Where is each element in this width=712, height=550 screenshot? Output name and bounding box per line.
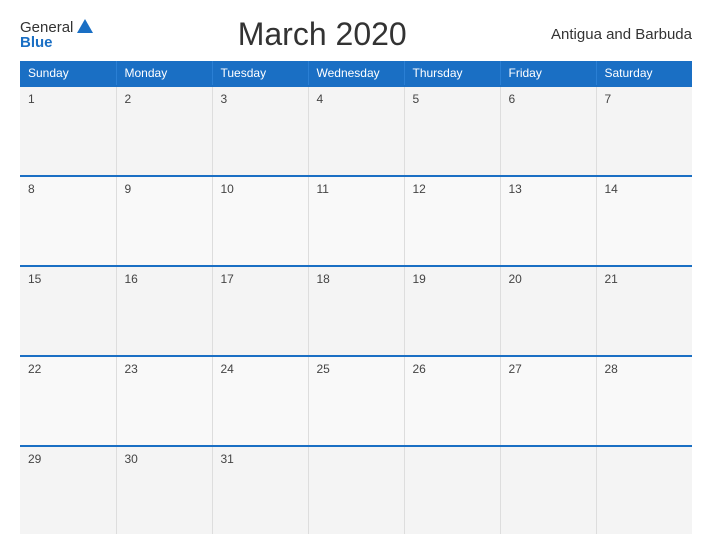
calendar-cell: 23 [116, 356, 212, 446]
calendar-week-1: 1234567 [20, 86, 692, 176]
calendar-cell: 22 [20, 356, 116, 446]
calendar-cell: 21 [596, 266, 692, 356]
calendar-cell: 3 [212, 86, 308, 176]
calendar-cell: 18 [308, 266, 404, 356]
logo: General Blue [20, 19, 93, 50]
logo-triangle-icon [77, 19, 93, 33]
calendar-cell [308, 446, 404, 534]
day-header-monday: Monday [116, 61, 212, 86]
calendar-cell: 6 [500, 86, 596, 176]
calendar-cell: 17 [212, 266, 308, 356]
calendar-cell: 10 [212, 176, 308, 266]
calendar-cell: 27 [500, 356, 596, 446]
calendar-cell: 14 [596, 176, 692, 266]
calendar-cell: 5 [404, 86, 500, 176]
calendar-week-3: 15161718192021 [20, 266, 692, 356]
calendar-cell: 28 [596, 356, 692, 446]
day-header-thursday: Thursday [404, 61, 500, 86]
calendar-header-row: SundayMondayTuesdayWednesdayThursdayFrid… [20, 61, 692, 86]
calendar-cell [404, 446, 500, 534]
calendar-cell: 1 [20, 86, 116, 176]
calendar-cell: 30 [116, 446, 212, 534]
calendar-cell: 25 [308, 356, 404, 446]
calendar-title: March 2020 [238, 16, 407, 53]
calendar-header: General Blue March 2020 Antigua and Barb… [20, 16, 692, 53]
day-header-sunday: Sunday [20, 61, 116, 86]
calendar-cell: 26 [404, 356, 500, 446]
calendar-cell: 29 [20, 446, 116, 534]
calendar-cell: 12 [404, 176, 500, 266]
calendar-cell: 13 [500, 176, 596, 266]
calendar-cell: 8 [20, 176, 116, 266]
calendar-cell: 24 [212, 356, 308, 446]
calendar-cell: 9 [116, 176, 212, 266]
calendar-cell: 4 [308, 86, 404, 176]
calendar-table: SundayMondayTuesdayWednesdayThursdayFrid… [20, 61, 692, 534]
calendar-cell: 7 [596, 86, 692, 176]
day-header-tuesday: Tuesday [212, 61, 308, 86]
calendar-week-4: 22232425262728 [20, 356, 692, 446]
calendar-cell: 16 [116, 266, 212, 356]
calendar-cell [500, 446, 596, 534]
calendar-cell: 31 [212, 446, 308, 534]
day-header-saturday: Saturday [596, 61, 692, 86]
country-label: Antigua and Barbuda [551, 26, 692, 43]
calendar-cell: 2 [116, 86, 212, 176]
calendar-week-2: 891011121314 [20, 176, 692, 266]
calendar-cell: 20 [500, 266, 596, 356]
calendar-cell: 11 [308, 176, 404, 266]
calendar-cell [596, 446, 692, 534]
logo-general-text: General [20, 20, 73, 35]
calendar-week-5: 293031 [20, 446, 692, 534]
calendar-cell: 15 [20, 266, 116, 356]
logo-blue-text: Blue [20, 35, 93, 50]
day-header-wednesday: Wednesday [308, 61, 404, 86]
calendar-cell: 19 [404, 266, 500, 356]
day-header-friday: Friday [500, 61, 596, 86]
